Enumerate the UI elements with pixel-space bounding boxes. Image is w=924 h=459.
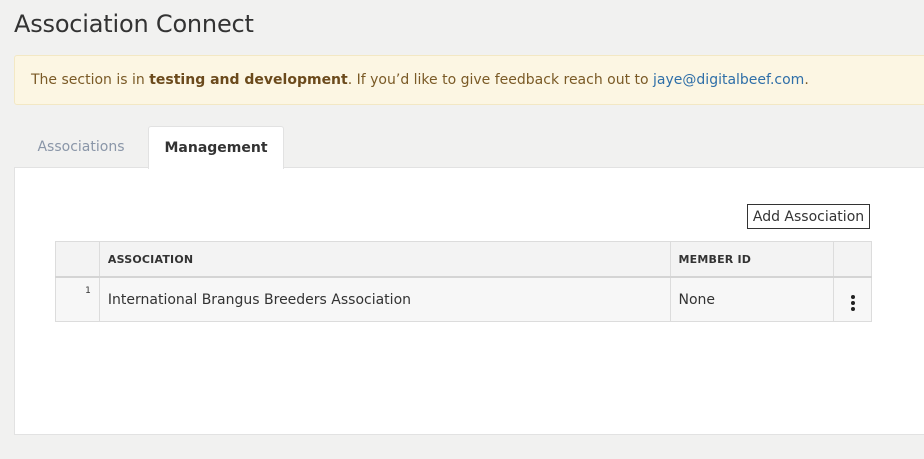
notice-suffix: . <box>804 72 809 88</box>
member-id-cell: None <box>669 276 835 322</box>
notice-banner: The section is in testing and developmen… <box>14 55 924 105</box>
associations-table: ASSOCIATION MEMBER ID 1 International Br… <box>55 241 872 322</box>
member-id-column-header[interactable]: MEMBER ID <box>669 241 835 278</box>
more-vertical-icon[interactable] <box>847 293 859 313</box>
association-name-cell: International Brangus Breeders Associati… <box>98 276 671 322</box>
row-number: 1 <box>55 276 100 322</box>
page-title: Association Connect <box>14 10 254 38</box>
tab-management[interactable]: Management <box>148 126 284 169</box>
notice-bold: testing and development <box>149 72 348 88</box>
notice-text: The section is in testing and developmen… <box>31 72 809 88</box>
row-actions-cell <box>833 276 872 322</box>
association-column-header[interactable]: ASSOCIATION <box>98 241 671 278</box>
add-association-button[interactable]: Add Association <box>747 204 870 229</box>
notice-middle: . If you’d like to give feedback reach o… <box>347 72 654 88</box>
row-number-header <box>55 241 100 278</box>
table-row[interactable]: 1 International Brangus Breeders Associa… <box>55 276 872 322</box>
tab-associations[interactable]: Associations <box>14 126 148 168</box>
feedback-email-link[interactable]: jaye@digitalbeef.com <box>653 72 804 88</box>
actions-column-header <box>833 241 872 278</box>
notice-prefix: The section is in <box>31 72 150 88</box>
table-header-row: ASSOCIATION MEMBER ID <box>55 241 872 278</box>
